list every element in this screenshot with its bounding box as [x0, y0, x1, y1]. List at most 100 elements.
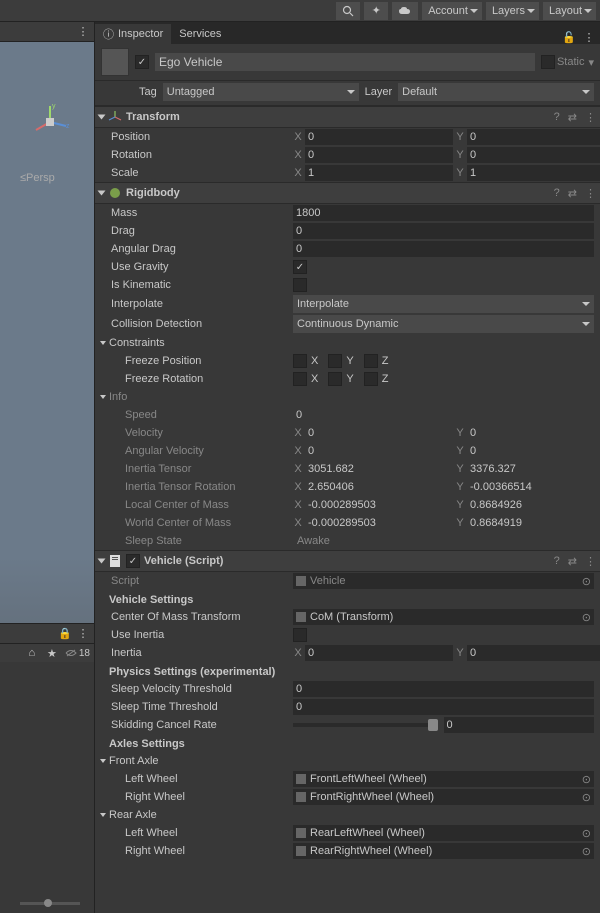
home-icon[interactable]: ⌂ [25, 646, 39, 660]
foldout-icon[interactable] [98, 191, 106, 196]
scale-y-input[interactable] [467, 165, 600, 181]
layout-dropdown[interactable]: Layout [543, 2, 596, 20]
favorite-icon[interactable]: ★ [45, 646, 59, 660]
collab-button[interactable]: ✦ [364, 2, 388, 20]
freeze-rot-x-checkbox[interactable] [293, 372, 307, 386]
context-menu-icon[interactable]: ⋮ [76, 25, 90, 39]
tensor-label: Inertia Tensor [101, 463, 293, 475]
front-left-wheel-field[interactable]: FrontLeftWheel (Wheel) [293, 771, 594, 787]
layer-dropdown[interactable]: Default [398, 83, 594, 101]
search-button[interactable] [336, 2, 360, 20]
chevron-down-icon[interactable]: ▾ [588, 56, 594, 69]
layers-dropdown[interactable]: Layers [486, 2, 539, 20]
front-axle-label: Front Axle [109, 755, 301, 767]
rigidbody-header[interactable]: Rigidbody ?⇄⋮ [95, 182, 600, 204]
scene-view[interactable]: ⋮ y z ≤Persp 🔒 ⋮ ⌂ ★ 18 [0, 22, 95, 913]
context-menu-icon[interactable]: ⋮ [585, 555, 596, 568]
scale-x-input[interactable] [305, 165, 453, 181]
is-kinematic-checkbox[interactable] [293, 278, 307, 292]
foldout-icon[interactable] [100, 341, 106, 345]
skid-slider[interactable] [293, 723, 438, 727]
tag-dropdown[interactable]: Untagged [163, 83, 359, 101]
use-gravity-checkbox[interactable] [293, 260, 307, 274]
tensor-y [467, 461, 600, 477]
static-checkbox[interactable] [541, 55, 555, 69]
cloud-button[interactable] [392, 2, 418, 20]
freeze-pos-x-checkbox[interactable] [293, 354, 307, 368]
inertia-label: Inertia [101, 647, 293, 659]
gameobject-name-input[interactable] [155, 53, 535, 71]
foldout-icon[interactable] [100, 759, 106, 763]
foldout-icon[interactable] [98, 559, 106, 564]
position-y-input[interactable] [467, 129, 600, 145]
inertia-x-input[interactable] [305, 645, 453, 661]
transform-header[interactable]: Transform ?⇄⋮ [95, 106, 600, 128]
tensor-x [305, 461, 453, 477]
localcom-x [305, 497, 453, 513]
use-inertia-checkbox[interactable] [293, 628, 307, 642]
collision-label: Collision Detection [101, 318, 293, 330]
preset-icon[interactable]: ⇄ [568, 555, 577, 568]
skid-value-input[interactable] [444, 717, 595, 733]
foldout-icon[interactable] [98, 115, 106, 120]
freeze-rot-y-checkbox[interactable] [328, 372, 342, 386]
freeze-pos-z-checkbox[interactable] [364, 354, 378, 368]
rotation-y-input[interactable] [467, 147, 600, 163]
sleep-time-input[interactable] [293, 699, 594, 715]
mass-input[interactable] [293, 205, 594, 221]
tab-services[interactable]: Services [171, 24, 229, 44]
use-gravity-label: Use Gravity [101, 261, 293, 273]
gameobject-icon[interactable] [101, 48, 129, 76]
help-icon[interactable]: ? [554, 111, 560, 123]
orientation-gizmo[interactable]: y z [30, 102, 70, 142]
visibility-count[interactable]: 18 [65, 648, 90, 659]
drag-input[interactable] [293, 223, 594, 239]
tensorrot-y [467, 479, 600, 495]
context-menu-icon[interactable]: ⋮ [76, 627, 90, 641]
right-wheel-label: Right Wheel [101, 845, 293, 857]
script-field[interactable]: Vehicle [293, 573, 594, 589]
foldout-icon[interactable] [100, 813, 106, 817]
freeze-rot-z-checkbox[interactable] [364, 372, 378, 386]
script-label: Script [101, 575, 293, 587]
vehicle-header[interactable]: Vehicle (Script) ?⇄⋮ [95, 550, 600, 572]
context-menu-icon[interactable]: ⋮ [585, 187, 596, 200]
sleep-state-label: Sleep State [101, 535, 293, 547]
active-checkbox[interactable] [135, 55, 149, 69]
preset-icon[interactable]: ⇄ [568, 111, 577, 124]
sleep-vel-input[interactable] [293, 681, 594, 697]
worldcom-y [467, 515, 600, 531]
persp-label[interactable]: ≤Persp [20, 172, 55, 184]
rear-left-wheel-field[interactable]: RearLeftWheel (Wheel) [293, 825, 594, 841]
tab-inspector[interactable]: ⓘInspector [95, 24, 171, 44]
inertia-y-input[interactable] [467, 645, 600, 661]
interpolate-dropdown[interactable]: Interpolate [293, 295, 594, 313]
component-enabled-checkbox[interactable] [126, 554, 140, 568]
angular-drag-input[interactable] [293, 241, 594, 257]
static-label: Static [557, 56, 585, 68]
rear-right-wheel-field[interactable]: RearRightWheel (Wheel) [293, 843, 594, 859]
position-x-input[interactable] [305, 129, 453, 145]
com-field[interactable]: CoM (Transform) [293, 609, 594, 625]
lock-icon[interactable]: 🔒 [58, 627, 72, 641]
context-menu-icon[interactable]: ⋮ [582, 30, 596, 44]
angvel-y [467, 443, 600, 459]
help-icon[interactable]: ? [554, 187, 560, 199]
collision-dropdown[interactable]: Continuous Dynamic [293, 315, 594, 333]
tensor-rot-label: Inertia Tensor Rotation [101, 481, 293, 493]
velocity-label: Velocity [101, 427, 293, 439]
transform-icon [108, 110, 122, 124]
context-menu-icon[interactable]: ⋮ [585, 111, 596, 124]
zoom-slider[interactable] [20, 897, 80, 909]
foldout-icon[interactable] [100, 395, 106, 399]
main-toolbar: ✦ Account Layers Layout [0, 0, 600, 22]
rear-axle-label: Rear Axle [109, 809, 301, 821]
preset-icon[interactable]: ⇄ [568, 187, 577, 200]
help-icon[interactable]: ? [554, 555, 560, 567]
freeze-pos-y-checkbox[interactable] [328, 354, 342, 368]
rotation-x-input[interactable] [305, 147, 453, 163]
front-right-wheel-field[interactable]: FrontRightWheel (Wheel) [293, 789, 594, 805]
account-dropdown[interactable]: Account [422, 2, 482, 20]
lock-icon[interactable]: 🔓 [562, 30, 576, 44]
worldcom-x [305, 515, 453, 531]
